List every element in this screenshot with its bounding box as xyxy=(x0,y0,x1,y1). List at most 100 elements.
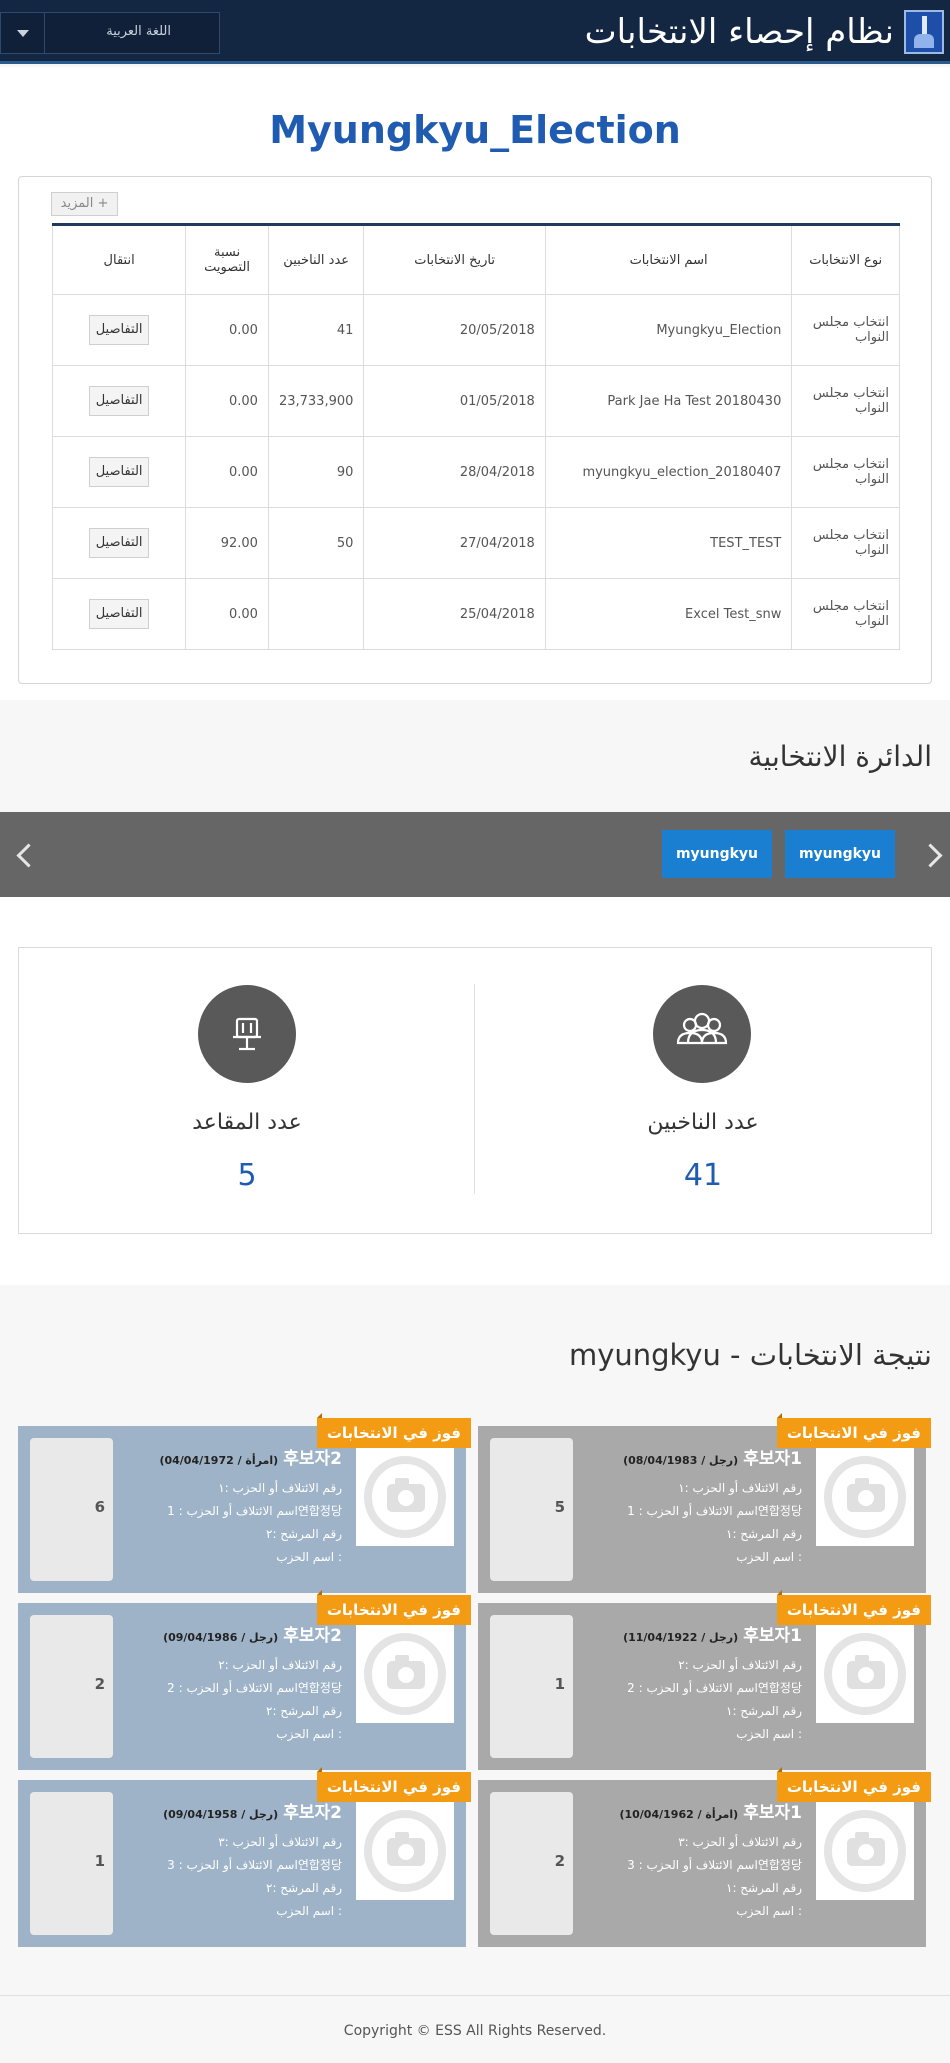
chevron-right-icon[interactable] xyxy=(918,838,938,872)
candidate-meta: (رجل / 08/04/1983) xyxy=(623,1454,739,1467)
candidate-name: 후보자1 xyxy=(743,1803,802,1823)
coalition-name: اسم الائتلاف أو الحزب : 3연합정당 xyxy=(627,1858,802,1872)
candidate-number: رقم المرشح :٢ xyxy=(266,1704,342,1718)
table-row: انتخاب مجلس النواب Myungkyu_Election 20/… xyxy=(51,294,900,366)
election-voters-cell: 41 xyxy=(267,294,365,366)
candidate-meta: (رجل / 09/04/1986) xyxy=(163,1631,279,1644)
election-action-cell: التفاصيل xyxy=(51,365,187,437)
camera-icon xyxy=(356,1448,454,1546)
vote-count-box: 6 xyxy=(30,1438,113,1581)
election-type-cell: انتخاب مجلس النواب xyxy=(791,436,900,508)
candidate-name: 후보자2 xyxy=(283,1626,342,1646)
camera-icon xyxy=(816,1625,914,1723)
chevron-down-icon[interactable] xyxy=(1,13,45,53)
camera-icon xyxy=(356,1625,454,1723)
vote-count-box: 2 xyxy=(30,1615,113,1758)
election-rate-cell: 0.00 xyxy=(185,436,269,508)
election-action-cell: التفاصيل xyxy=(51,578,187,650)
election-name-cell: myungkyu_election_20180407 xyxy=(544,436,793,508)
district-button-2[interactable]: myungkyu xyxy=(662,830,772,878)
app-logo-icon[interactable] xyxy=(904,10,944,54)
candidate-info: 후보자1 (رجل / 11/04/1922) رقم الائتلاف أو … xyxy=(584,1621,802,1746)
vote-count: 1 xyxy=(554,1675,565,1693)
election-action-cell: التفاصيل xyxy=(51,294,187,366)
voters-count-value: 41 xyxy=(683,1158,723,1193)
vote-count: 2 xyxy=(554,1852,565,1870)
coalition-name: اسم الائتلاف أو الحزب : 2연합정당 xyxy=(167,1681,342,1695)
election-date-cell: 28/04/2018 xyxy=(363,436,546,508)
stats-divider xyxy=(474,984,475,1194)
coalition-number: رقم الائتلاف أو الحزب :٢ xyxy=(678,1658,802,1672)
camera-icon xyxy=(816,1802,914,1900)
details-button[interactable]: التفاصيل xyxy=(89,457,150,487)
election-voters-cell xyxy=(267,578,365,650)
election-action-cell: التفاصيل xyxy=(51,507,187,579)
party-name: اسم الحزب : xyxy=(736,1727,802,1741)
vote-count: 6 xyxy=(94,1498,105,1516)
election-date-cell: 01/05/2018 xyxy=(363,365,546,437)
vote-count: 2 xyxy=(94,1675,105,1693)
details-button[interactable]: التفاصيل xyxy=(89,599,150,629)
candidate-info: 후보자2 (رجل / 09/04/1986) رقم الائتلاف أو … xyxy=(124,1621,342,1746)
coalition-name: اسم الائتلاف أو الحزب : 1연합정당 xyxy=(627,1504,802,1518)
vote-count-box: 1 xyxy=(490,1615,573,1758)
more-button[interactable]: المزيد + xyxy=(51,192,118,216)
coalition-number: رقم الائتلاف أو الحزب :٣ xyxy=(218,1835,342,1849)
column-header-type: نوع الانتخابات xyxy=(791,224,900,295)
party-name: اسم الحزب : xyxy=(276,1904,342,1918)
candidate-card[interactable]: فوز في الانتخابات 후보자2 (امرأة / 04/04/19… xyxy=(18,1413,471,1593)
election-type-cell: انتخاب مجلس النواب xyxy=(791,365,900,437)
candidate-name: 후보자1 xyxy=(743,1626,802,1646)
candidate-meta: (امرأة / 04/04/1972) xyxy=(159,1454,279,1467)
language-select[interactable]: اللغة العربية xyxy=(0,12,220,54)
details-button[interactable]: التفاصيل xyxy=(89,386,150,416)
district-button-1[interactable]: myungkyu xyxy=(785,830,895,878)
voters-count-label: عدد الناخبين xyxy=(647,1110,759,1135)
table-row: انتخاب مجلس النواب TEST_TEST 27/04/2018 … xyxy=(51,507,900,579)
election-date-cell: 25/04/2018 xyxy=(363,578,546,650)
candidate-card[interactable]: فوز في الانتخابات 후보자2 (رجل / 09/04/1986… xyxy=(18,1590,471,1770)
coalition-number: رقم الائتلاف أو الحزب :١ xyxy=(218,1481,342,1495)
election-action-cell: التفاصيل xyxy=(51,436,187,508)
column-header-action: انتقال xyxy=(51,224,187,295)
top-navbar: نظام إحصاء الانتخابات اللغة العربية xyxy=(0,0,950,64)
people-icon xyxy=(653,985,751,1083)
coalition-number: رقم الائتلاف أو الحزب :٣ xyxy=(678,1835,802,1849)
candidate-number: رقم المرشح :٢ xyxy=(266,1881,342,1895)
candidate-number: رقم المرشح :١ xyxy=(726,1527,802,1541)
candidate-card[interactable]: فوز في الانتخابات 후보자1 (رجل / 11/04/1922… xyxy=(478,1590,931,1770)
candidate-name: 후보자2 xyxy=(283,1803,342,1823)
candidate-number: رقم المرشح :٢ xyxy=(266,1527,342,1541)
candidate-card[interactable]: فوز في الانتخابات 후보자2 (رجل / 09/04/1958… xyxy=(18,1767,471,1947)
details-button[interactable]: التفاصيل xyxy=(89,528,150,558)
coalition-number: رقم الائتلاف أو الحزب :٢ xyxy=(218,1658,342,1672)
candidate-name: 후보자2 xyxy=(283,1449,342,1469)
camera-icon xyxy=(356,1802,454,1900)
table-row: انتخاب مجلس النواب Park Jae Ha Test 2018… xyxy=(51,365,900,437)
candidate-info: 후보자2 (امرأة / 04/04/1972) رقم الائتلاف أ… xyxy=(124,1444,342,1569)
vote-count: 1 xyxy=(94,1852,105,1870)
election-rate-cell: 0.00 xyxy=(185,294,269,366)
candidate-card[interactable]: فوز في الانتخابات 후보자1 (امرأة / 10/04/19… xyxy=(478,1767,931,1947)
district-heading: الدائرة الانتخابية xyxy=(748,740,932,773)
election-type-cell: انتخاب مجلس النواب xyxy=(791,578,900,650)
party-name: اسم الحزب : xyxy=(276,1727,342,1741)
candidate-card[interactable]: فوز في الانتخابات 후보자1 (رجل / 08/04/1983… xyxy=(478,1413,931,1593)
election-rate-cell: 0.00 xyxy=(185,365,269,437)
elections-table: نوع الانتخابات اسم الانتخابات تاريخ الان… xyxy=(51,223,900,650)
details-button[interactable]: التفاصيل xyxy=(89,315,150,345)
copyright-text: Copyright © ESS All Rights Reserved. xyxy=(343,2023,607,2039)
chevron-left-icon[interactable] xyxy=(12,838,32,872)
table-row: انتخاب مجلس النواب Excel Test_snw 25/04/… xyxy=(51,578,900,650)
candidate-meta: (امرأة / 10/04/1962) xyxy=(619,1808,739,1821)
election-date-cell: 20/05/2018 xyxy=(363,294,546,366)
election-voters-cell: 23,733,900 xyxy=(267,365,365,437)
election-voters-cell: 50 xyxy=(267,507,365,579)
election-name-cell: TEST_TEST xyxy=(544,507,793,579)
coalition-name: اسم الائتلاف أو الحزب : 2연합정당 xyxy=(627,1681,802,1695)
party-name: اسم الحزب : xyxy=(736,1550,802,1564)
results-heading: myungkyu - نتيجة الانتخابات xyxy=(568,1338,932,1372)
app-title[interactable]: نظام إحصاء الانتخابات xyxy=(585,12,894,52)
table-header-row: نوع الانتخابات اسم الانتخابات تاريخ الان… xyxy=(51,224,900,295)
vote-count-box: 2 xyxy=(490,1792,573,1935)
